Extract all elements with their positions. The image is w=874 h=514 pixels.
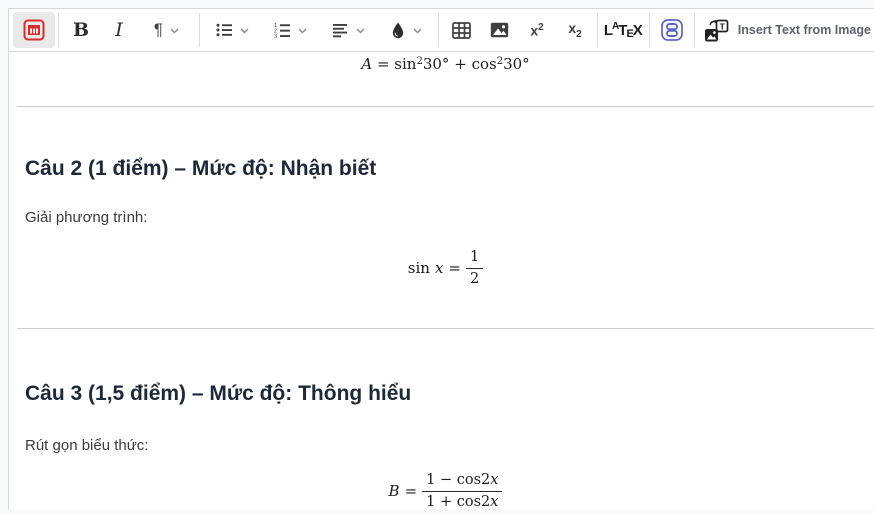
toolbar-divider <box>199 13 200 47</box>
bold-button[interactable]: B <box>62 12 100 48</box>
insert-text-from-image-label: Insert Text from Image <box>738 23 871 37</box>
insert-table-button[interactable] <box>442 12 480 48</box>
superscript-button[interactable]: x2 <box>518 12 556 48</box>
chevron-down-icon <box>169 25 180 36</box>
toolbar-divider <box>58 13 59 47</box>
formula-b-expression[interactable]: B = 1 − cos2x 1 + cos2x <box>17 468 874 514</box>
latex-logo: LATEX <box>604 21 643 40</box>
editor-toolbar: B I ¶ <box>9 9 874 52</box>
paragraph-format-dropdown[interactable]: ¶ <box>138 12 196 48</box>
toolbar-divider <box>438 13 439 47</box>
superscript-icon: x2 <box>530 22 543 39</box>
chevron-down-icon <box>297 25 308 36</box>
svg-text:3: 3 <box>274 34 277 39</box>
bold-icon: B <box>73 19 89 41</box>
toolbar-divider <box>597 13 598 47</box>
latex-button[interactable]: LATEX <box>601 12 646 48</box>
numbered-list-icon: 1 2 3 <box>273 21 291 39</box>
editor-content[interactable]: A = sin230° + cos230° Câu 2 (1 điểm) – M… <box>9 52 874 514</box>
bullet-list-dropdown[interactable] <box>203 12 261 48</box>
subscript-icon: x2 <box>568 20 581 40</box>
matrix-block-button[interactable] <box>653 12 691 48</box>
formula-identity[interactable]: A = sin230° + cos230° <box>17 52 874 74</box>
subscript-button[interactable]: x2 <box>556 12 594 48</box>
horizontal-rule <box>17 328 874 329</box>
toolbar-divider <box>694 13 695 47</box>
rich-text-editor: B I ¶ <box>8 8 874 509</box>
chevron-down-icon <box>355 25 366 36</box>
question-2-heading[interactable]: Câu 2 (1 điểm) – Mức độ: Nhận biết <box>17 155 874 183</box>
fraction: 1 2 <box>466 248 483 287</box>
matrix-formula-icon <box>22 18 46 42</box>
align-left-icon <box>331 21 349 39</box>
ink-drop-icon <box>390 21 406 39</box>
bullet-list-icon <box>215 21 233 39</box>
horizontal-rule <box>17 106 874 107</box>
question-2-prompt[interactable]: Giải phương trình: <box>17 209 874 227</box>
image-to-text-icon: T <box>703 18 730 43</box>
formula-sin-equation[interactable]: sinx = 1 2 <box>17 245 874 291</box>
italic-icon: I <box>115 19 123 41</box>
stacked-blocks-icon <box>659 17 685 43</box>
numbered-list-dropdown[interactable]: 1 2 3 <box>261 12 319 48</box>
chevron-down-icon <box>412 25 423 36</box>
italic-button[interactable]: I <box>100 12 138 48</box>
question-3-heading[interactable]: Câu 3 (1,5 điểm) – Mức độ: Thông hiểu <box>17 380 874 408</box>
image-icon <box>490 22 509 38</box>
toolbar-divider <box>649 13 650 47</box>
question-3-prompt[interactable]: Rút gọn biểu thức: <box>17 437 874 455</box>
insert-image-button[interactable] <box>480 12 518 48</box>
table-icon <box>452 22 471 39</box>
pilcrow-icon: ¶ <box>154 20 163 40</box>
align-dropdown[interactable] <box>319 12 377 48</box>
insert-text-from-image-button[interactable]: T Insert Text from Image <box>704 12 870 48</box>
chevron-down-icon <box>239 25 250 36</box>
formula-editor-button[interactable] <box>13 12 55 48</box>
fraction: 1 − cos2x 1 + cos2x <box>422 471 502 510</box>
text-color-dropdown[interactable] <box>377 12 435 48</box>
svg-text:T: T <box>719 21 725 31</box>
